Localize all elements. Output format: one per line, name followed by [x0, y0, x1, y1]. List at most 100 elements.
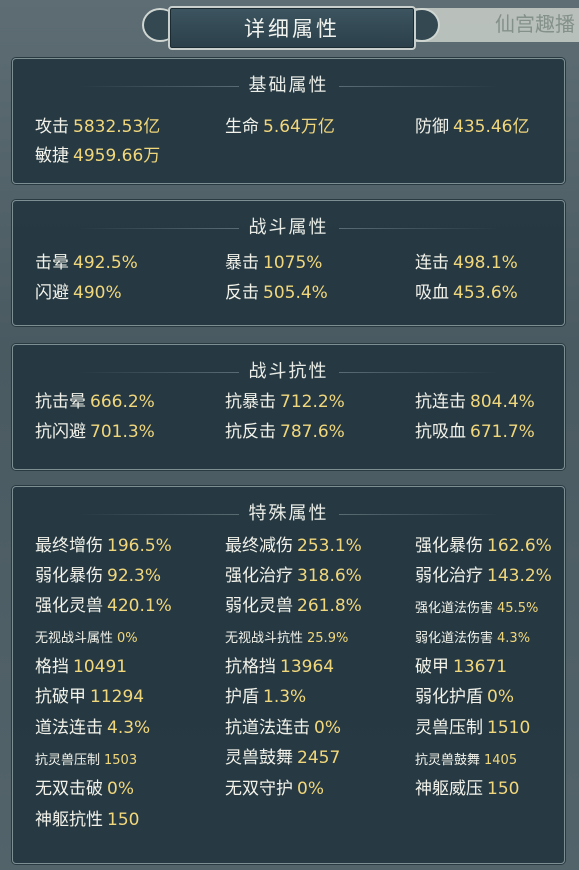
attribute-cell: 抗击晕 666.2% [35, 391, 155, 413]
attribute-cell: 灵兽鼓舞 2457 [225, 747, 340, 769]
attribute-label: 神躯威压 [415, 779, 483, 799]
attribute-label: 格挡 [35, 657, 69, 677]
attribute-cell: 强化道法伤害 45.5% [415, 598, 538, 620]
attribute-label: 暴击 [225, 253, 259, 273]
attribute-label: 强化灵兽 [35, 596, 103, 616]
attribute-label: 强化道法伤害 [415, 601, 494, 616]
attribute-value: 804.4% [470, 392, 535, 412]
attribute-value: 11294 [90, 687, 145, 707]
attribute-cell: 暴击 1075% [225, 252, 322, 274]
attribute-value: 25.9% [307, 631, 349, 646]
attribute-value: 505.4% [263, 283, 328, 303]
attribute-label: 强化治疗 [225, 566, 293, 586]
attribute-cell: 敏捷 4959.66万 [35, 145, 160, 167]
panel-title: 战斗属性 [13, 213, 564, 239]
attribute-label: 灵兽压制 [415, 718, 483, 738]
panel-basic-attributes: 基础属性 攻击 5832.53亿 生命 5.64万亿 防御 435.46亿 敏捷 4959.66… [12, 58, 565, 184]
attribute-cell: 最终减伤 253.1% [225, 535, 362, 557]
attribute-value: 5.64万亿 [263, 117, 335, 137]
window-title: 详细属性 [244, 17, 340, 41]
attribute-value: 453.6% [453, 283, 518, 303]
window-title-plate: 详细属性 [168, 6, 416, 50]
attribute-value: 4959.66万 [73, 146, 161, 166]
attribute-cell: 抗闪避 701.3% [35, 421, 155, 443]
attribute-label: 吸血 [415, 283, 449, 303]
attribute-cell: 神躯抗性 150 [35, 809, 139, 831]
attribute-value: 143.2% [487, 566, 552, 586]
attribute-value: 787.6% [280, 422, 345, 442]
attribute-cell: 道法连击 4.3% [35, 717, 150, 739]
attribute-value: 435.46亿 [453, 117, 530, 137]
panel-combat-resistance: 战斗抗性 抗击晕 666.2% 抗暴击 712.2% 抗连击 804.4% 抗闪避 701.3%… [12, 344, 565, 470]
attribute-value: 150 [487, 779, 520, 799]
attribute-label: 抗吸血 [415, 422, 466, 442]
attribute-cell: 吸血 453.6% [415, 282, 518, 304]
attribute-cell: 强化治疗 318.6% [225, 565, 362, 587]
attribute-cell: 抗格挡 13964 [225, 656, 334, 678]
attribute-value: 5832.53亿 [73, 117, 161, 137]
attribute-cell: 最终增伤 196.5% [35, 535, 172, 557]
panel-combat-attributes: 战斗属性 击晕 492.5% 暴击 1075% 连击 498.1% 闪避 490% 反击 505.4… [12, 200, 565, 326]
attribute-value: 92.3% [107, 566, 162, 586]
attribute-label: 神躯抗性 [35, 810, 103, 830]
attribute-cell: 无视战斗属性 0% [35, 628, 138, 650]
attribute-cell: 灵兽压制 1510 [415, 717, 530, 739]
panel-title: 基础属性 [13, 71, 564, 97]
attribute-value: 162.6% [487, 536, 552, 556]
attribute-value: 10491 [73, 657, 128, 677]
attribute-value: 420.1% [107, 596, 172, 616]
panel-title: 战斗抗性 [13, 357, 564, 383]
attribute-label: 抗暴击 [225, 392, 276, 412]
attribute-value: 261.8% [297, 596, 362, 616]
attribute-label: 无视战斗属性 [35, 631, 114, 646]
attribute-value: 1503 [104, 753, 138, 768]
attribute-cell: 抗灵兽鼓舞 1405 [415, 750, 517, 772]
attribute-label: 道法连击 [35, 718, 103, 738]
background-watermark-text: 仙宫趣播 [495, 12, 575, 36]
attribute-label: 击晕 [35, 253, 69, 273]
attribute-label: 无双守护 [225, 779, 293, 799]
attribute-label: 灵兽鼓舞 [225, 748, 293, 768]
attribute-cell: 无视战斗抗性 25.9% [225, 628, 348, 650]
attribute-label: 抗灵兽鼓舞 [415, 753, 481, 768]
attribute-label: 抗格挡 [225, 657, 276, 677]
attribute-cell: 格挡 10491 [35, 656, 127, 678]
attribute-cell: 无双守护 0% [225, 778, 324, 800]
attribute-label: 护盾 [225, 687, 259, 707]
attribute-value: 490% [73, 283, 122, 303]
attribute-value: 2457 [297, 748, 341, 768]
attribute-label: 抗闪避 [35, 422, 86, 442]
attribute-cell: 弱化灵兽 261.8% [225, 595, 362, 617]
attribute-label: 抗灵兽压制 [35, 753, 101, 768]
attribute-value: 196.5% [107, 536, 172, 556]
attribute-cell: 抗灵兽压制 1503 [35, 750, 137, 772]
attribute-value: 45.5% [497, 601, 539, 616]
attribute-cell: 抗破甲 11294 [35, 686, 144, 708]
panel-title-text: 战斗属性 [248, 217, 329, 238]
attribute-label: 生命 [225, 117, 259, 137]
attribute-value: 318.6% [297, 566, 362, 586]
attribute-value: 253.1% [297, 536, 362, 556]
attribute-value: 492.5% [73, 253, 138, 273]
attribute-label: 防御 [415, 117, 449, 137]
attribute-value: 13671 [453, 657, 508, 677]
attribute-value: 1.3% [263, 687, 307, 707]
attribute-label: 抗破甲 [35, 687, 86, 707]
attribute-cell: 强化暴伤 162.6% [415, 535, 552, 557]
attribute-label: 弱化治疗 [415, 566, 483, 586]
attribute-label: 抗反击 [225, 422, 276, 442]
attribute-label: 最终增伤 [35, 536, 103, 556]
attribute-cell: 抗吸血 671.7% [415, 421, 535, 443]
attribute-label: 最终减伤 [225, 536, 293, 556]
attribute-label: 弱化护盾 [415, 687, 483, 707]
attribute-label: 强化暴伤 [415, 536, 483, 556]
attribute-cell: 弱化治疗 143.2% [415, 565, 552, 587]
attribute-label: 抗击晕 [35, 392, 86, 412]
panel-title-text: 特殊属性 [248, 503, 329, 524]
attribute-value: 1510 [487, 718, 531, 738]
attribute-label: 抗连击 [415, 392, 466, 412]
attribute-value: 1405 [484, 753, 518, 768]
attribute-value: 0% [297, 779, 324, 799]
attribute-value: 0% [487, 687, 514, 707]
panel-title: 特殊属性 [13, 499, 564, 525]
